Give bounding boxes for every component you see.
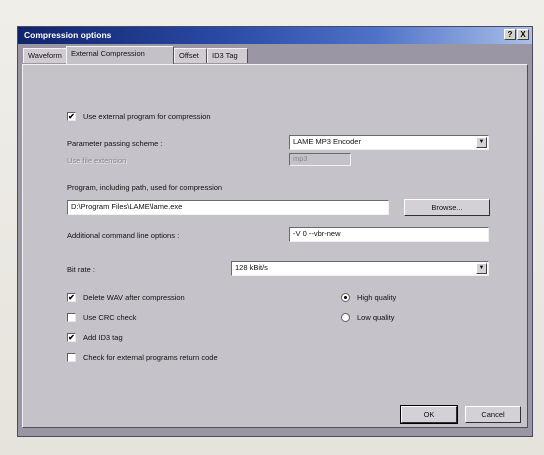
return-code-label: Check for external programs return code — [83, 353, 218, 362]
tab-id3-tag[interactable]: ID3 Tag — [207, 48, 248, 63]
tab-waveform[interactable]: Waveform — [23, 48, 67, 63]
param-scheme-select[interactable]: LAME MP3 Encoder ▼ — [289, 135, 489, 150]
use-external-checkbox[interactable]: ✔ — [67, 112, 76, 121]
low-quality-label: Low quality — [357, 313, 395, 322]
high-quality-radio[interactable] — [341, 293, 350, 302]
bitrate-label: Bit rate : — [67, 265, 95, 274]
cmd-options-field[interactable]: -V 0 --vbr-new — [289, 227, 489, 242]
browse-button[interactable]: Browse... — [404, 199, 490, 216]
return-code-checkbox[interactable] — [67, 353, 76, 362]
use-external-label: Use external program for compression — [83, 112, 211, 121]
help-button[interactable]: ? — [504, 29, 516, 40]
file-extension-label: Use file extension — [67, 156, 127, 165]
program-path-field[interactable]: D:\Program Files\LAME\lame.exe — [67, 200, 389, 215]
tab-external-compression[interactable]: External Compression — [66, 46, 174, 64]
close-button[interactable]: X — [517, 29, 529, 40]
high-quality-label: High quality — [357, 293, 397, 302]
bitrate-value: 128 kBit/s — [235, 263, 268, 272]
crc-check-label: Use CRC check — [83, 313, 137, 322]
add-id3-checkbox[interactable]: ✔ — [67, 333, 76, 342]
compression-options-dialog: Compression options ? X Waveform Externa… — [17, 26, 533, 437]
cmd-options-label: Additional command line options : — [67, 231, 180, 240]
dialog-title: Compression options — [24, 30, 112, 40]
ok-button[interactable]: OK — [400, 405, 458, 424]
bitrate-select[interactable]: 128 kBit/s ▼ — [231, 261, 489, 276]
delete-wav-checkbox[interactable]: ✔ — [67, 293, 76, 302]
tab-strip: Waveform External Compression Offset ID3… — [18, 44, 532, 64]
chevron-down-icon[interactable]: ▼ — [476, 263, 487, 274]
param-scheme-value: LAME MP3 Encoder — [293, 137, 361, 146]
param-scheme-label: Parameter passing scheme : — [67, 139, 163, 148]
add-id3-label: Add ID3 tag — [83, 333, 123, 342]
crc-check-checkbox[interactable] — [67, 313, 76, 322]
title-bar: Compression options ? X — [18, 27, 532, 44]
external-compression-panel: ✔ Use external program for compression P… — [22, 64, 528, 428]
low-quality-radio[interactable] — [341, 313, 350, 322]
chevron-down-icon[interactable]: ▼ — [476, 137, 487, 148]
program-path-label: Program, including path, used for compre… — [67, 183, 223, 192]
cancel-button[interactable]: Cancel — [465, 406, 521, 423]
delete-wav-label: Delete WAV after compression — [83, 293, 185, 302]
file-extension-field[interactable]: mp3 — [289, 153, 351, 166]
tab-offset[interactable]: Offset — [174, 48, 207, 63]
